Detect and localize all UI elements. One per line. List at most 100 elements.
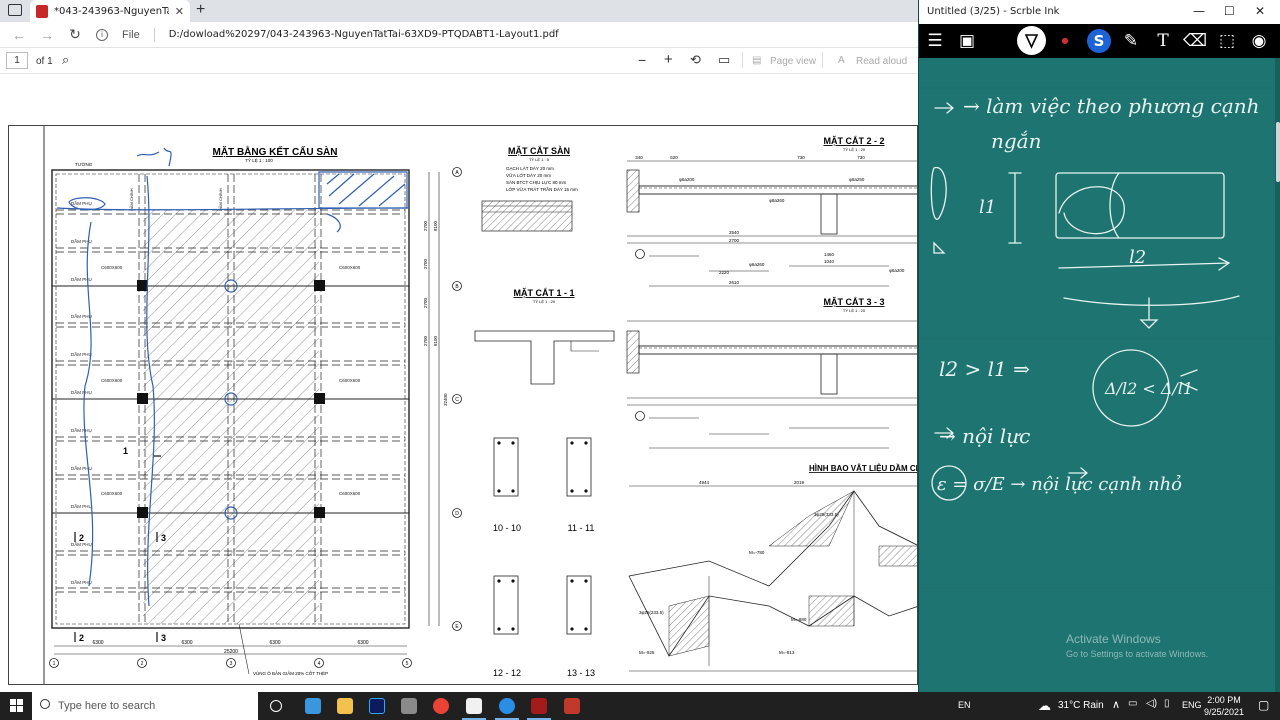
- dim-text: 32400: [443, 393, 448, 406]
- section-floor-title: MẶT CẮT SÀN: [508, 146, 570, 156]
- dim-text: 1040: [824, 259, 835, 264]
- bar-mark: φ6a200: [889, 268, 905, 273]
- beam-label: DẦM PHỤ: [71, 427, 92, 433]
- new-tab-icon[interactable]: +: [196, 1, 205, 19]
- url-field[interactable]: D:/dowload%20297/043-243963-NguyenTatTai…: [169, 29, 559, 40]
- view-icon[interactable]: ◉: [1247, 29, 1271, 53]
- notification-icon[interactable]: ▢: [1258, 698, 1269, 712]
- detail-label: 13 - 13: [567, 668, 595, 678]
- axis-letter: A: [455, 170, 459, 176]
- section-1-1: MẶT CẮT 1 - 1 TỶ LỆ 1 : 20: [474, 288, 615, 385]
- pen-tool-active[interactable]: [1017, 26, 1046, 55]
- beam-label: DẦM PHỤ: [71, 389, 92, 395]
- section-mark: 3: [161, 533, 166, 543]
- page-view-button[interactable]: Page view: [770, 56, 816, 67]
- ink-titlebar: Untitled (3/25) - Scrble Ink — ☐ ✕: [919, 0, 1280, 24]
- select-icon[interactable]: ⬚: [1215, 29, 1239, 53]
- file-explorer-icon[interactable]: [337, 698, 353, 714]
- layer-label: LỚP VỮA TRÁT TRẦN DÀY 15 mm: [506, 186, 578, 192]
- info-icon[interactable]: i: [96, 28, 108, 41]
- beam-label: DẦM PHỤ: [71, 351, 92, 357]
- tab-pdf-document[interactable]: *043-243963-NguyenTatTai-63X ✕: [30, 0, 190, 22]
- axis-number: 2: [141, 661, 144, 667]
- network-icon[interactable]: ▭: [1128, 698, 1137, 709]
- section-2-2: MẶT CẮT 2 - 2 TỶ LỆ 1 : 20 340 620 730 7…: [626, 136, 917, 287]
- highlighter-icon[interactable]: ✎: [1119, 29, 1143, 53]
- read-aloud-button[interactable]: Read aloud: [856, 56, 907, 67]
- close-icon[interactable]: ✕: [1255, 4, 1265, 18]
- eraser-icon[interactable]: ⌫: [1183, 29, 1207, 53]
- back-icon[interactable]: ←: [12, 27, 26, 43]
- page-total-label: of 1: [36, 56, 53, 67]
- autocad-icon[interactable]: [527, 698, 551, 720]
- zoom-in-icon[interactable]: +: [664, 51, 673, 68]
- search-icon[interactable]: ⌕: [62, 52, 69, 68]
- section-mark: 2: [79, 633, 84, 643]
- activate-windows-watermark: Activate Windows Go to Settings to activ…: [1066, 632, 1208, 659]
- scrollbar-thumb[interactable]: [1276, 122, 1280, 182]
- divider: [153, 27, 155, 42]
- page-number-input[interactable]: 1: [6, 52, 28, 69]
- bar-mark: φ6a260: [749, 262, 765, 267]
- env-value: 3φ25(233.5): [639, 610, 664, 615]
- weather-icon[interactable]: ☁: [1038, 698, 1051, 714]
- axis-number: 4: [318, 661, 321, 667]
- rebar-details: [493, 437, 592, 635]
- section22-scale: TỶ LỆ 1 : 20: [843, 147, 866, 152]
- read-aloud-icon[interactable]: A: [838, 55, 845, 66]
- dim-text: 730: [857, 155, 865, 160]
- menu-icon[interactable]: ☰: [923, 29, 947, 53]
- zoom-out-icon[interactable]: −: [638, 52, 646, 68]
- lang-indicator[interactable]: EN: [958, 700, 971, 710]
- dim-text: 6300: [269, 640, 280, 646]
- keyboard-lang[interactable]: ENG: [1182, 700, 1202, 710]
- window-menu-icon[interactable]: [8, 4, 22, 16]
- tool-app-icon[interactable]: [401, 698, 417, 714]
- clock[interactable]: 2:00 PM 9/25/2021: [1200, 694, 1248, 718]
- page-view-icon[interactable]: ▤: [752, 55, 761, 66]
- dim-text: 8100: [433, 220, 438, 231]
- recorder-icon[interactable]: [564, 698, 580, 714]
- start-button[interactable]: [10, 699, 24, 713]
- ink-scrollbar[interactable]: [1275, 58, 1280, 692]
- search-placeholder: Type here to search: [58, 700, 156, 712]
- ink-canvas[interactable]: → làm việc theo phương cạnh ngắn l1 l2 l…: [919, 58, 1275, 692]
- edge-icon[interactable]: [495, 698, 519, 720]
- env-value: 2019: [794, 480, 805, 485]
- divider: [742, 52, 743, 68]
- volume-icon[interactable]: ◁): [1146, 698, 1157, 709]
- minimize-icon[interactable]: —: [1193, 4, 1205, 18]
- weather-text[interactable]: 31°C Rain: [1058, 700, 1104, 711]
- chrome-icon[interactable]: [433, 698, 449, 714]
- section22-title: MẶT CẮT 2 - 2: [823, 136, 884, 146]
- section11-title: MẶT CẮT 1 - 1: [513, 288, 574, 298]
- chevron-up-icon[interactable]: ∧: [1112, 698, 1120, 711]
- material-envelope: HÌNH BAO VẬT LIỆU DẦM CH 4944 2019 3φ25(…: [628, 463, 917, 672]
- settings-app-icon[interactable]: [462, 698, 486, 720]
- photoshop-icon[interactable]: [369, 698, 385, 714]
- refresh-icon[interactable]: ↻: [68, 26, 82, 43]
- rotate-icon[interactable]: ⟲: [690, 52, 701, 68]
- tab-close-icon[interactable]: ✕: [175, 5, 184, 18]
- scribble-icon[interactable]: S: [1087, 29, 1111, 53]
- detail-label: 11 - 11: [568, 523, 595, 533]
- ink-note: ε = σ/E → nội lực cạnh nhỏ: [937, 474, 1182, 495]
- cortana-icon[interactable]: [270, 700, 282, 712]
- taskbar-search-box[interactable]: Type here to search: [32, 692, 258, 720]
- env-value: 4944: [699, 480, 710, 485]
- maximize-icon[interactable]: ☐: [1224, 4, 1235, 18]
- color-dot-icon[interactable]: ●: [1053, 29, 1077, 53]
- battery-icon[interactable]: ▯: [1164, 698, 1170, 709]
- section-floor: MẶT CẮT SÀN TỶ LỆ 1 : 5 GẠCH LÁT DÀY 20 …: [481, 146, 578, 232]
- save-icon[interactable]: ▣: [955, 29, 979, 53]
- dim-text: 2540: [729, 230, 740, 235]
- column-label: C600X600: [101, 491, 123, 496]
- pdf-file-icon: [36, 4, 48, 18]
- fit-page-icon[interactable]: ▭: [718, 52, 730, 68]
- axis-letter: D: [455, 511, 459, 517]
- text-tool-icon[interactable]: T: [1151, 29, 1175, 53]
- plan-title: MẶT BẰNG KẾT CẤU SÀN: [213, 145, 338, 158]
- mail-icon[interactable]: [305, 698, 321, 714]
- section33-scale: TỶ LỆ 1 : 20: [843, 308, 866, 313]
- forward-icon[interactable]: →: [40, 27, 54, 43]
